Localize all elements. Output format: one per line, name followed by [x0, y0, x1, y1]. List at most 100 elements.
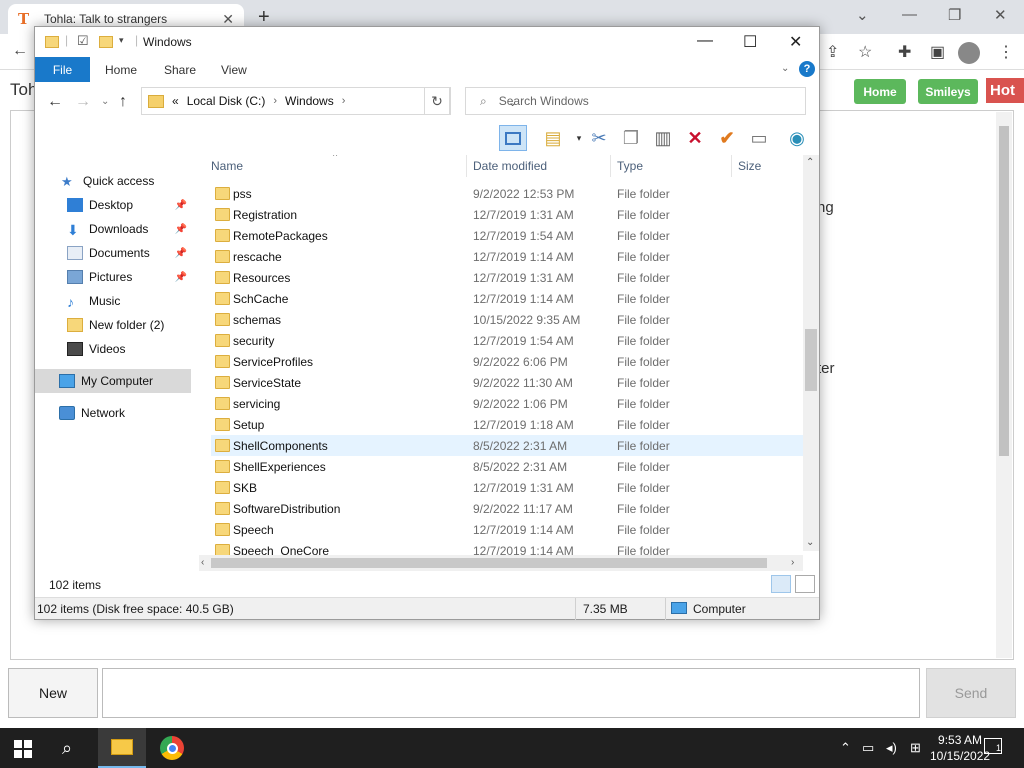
taskbar-file-explorer[interactable]: [98, 728, 146, 768]
tab-home[interactable]: Home: [105, 63, 137, 77]
rename-icon[interactable]: ▭: [745, 125, 773, 151]
horizontal-scroll-thumb[interactable]: [211, 558, 767, 568]
preview-pane-icon[interactable]: [499, 125, 527, 151]
side-panel-icon[interactable]: ▣: [930, 42, 945, 62]
quick-access-dropdown-icon[interactable]: ▾: [119, 35, 124, 46]
back-arrow-icon[interactable]: ←: [12, 42, 28, 60]
page-scroll-thumb[interactable]: [999, 126, 1009, 456]
browser-close-icon[interactable]: ✕: [994, 6, 1007, 24]
folder-options-icon[interactable]: ▤: [539, 125, 567, 151]
help-icon[interactable]: ?: [799, 61, 815, 77]
profile-avatar[interactable]: [958, 42, 980, 64]
tab-share[interactable]: Share: [164, 63, 196, 77]
forward-icon[interactable]: →: [75, 93, 91, 111]
details-view-icon[interactable]: [771, 575, 791, 593]
nav-item-documents[interactable]: Documents 📌: [35, 241, 191, 265]
copy-icon[interactable]: ❐: [617, 125, 645, 151]
browser-restore-icon[interactable]: ❐: [948, 6, 961, 24]
home-nav-button[interactable]: Home: [854, 79, 906, 104]
file-row[interactable]: Setup 12/7/2019 1:18 AM File folder: [211, 414, 803, 435]
refresh-icon[interactable]: ↻: [424, 87, 450, 115]
breadcrumb-drive[interactable]: Local Disk (C:): [187, 94, 266, 108]
maximize-icon[interactable]: ☐: [743, 32, 757, 52]
more-menu-icon[interactable]: ⋮: [998, 42, 1014, 62]
vertical-scrollbar[interactable]: ⌃ ⌄: [803, 155, 819, 551]
scroll-left-icon[interactable]: ‹: [201, 557, 204, 568]
taskbar-clock[interactable]: 9:53 AM 10/15/2022: [930, 732, 990, 764]
nav-item-quick-access[interactable]: ★ Quick access: [35, 169, 191, 193]
file-row[interactable]: Speech 12/7/2019 1:14 AM File folder: [211, 519, 803, 540]
address-bar[interactable]: « Local Disk (C:) › Windows › ⌄: [141, 87, 517, 115]
vertical-scroll-thumb[interactable]: [805, 329, 817, 391]
windows-start-icon[interactable]: [14, 740, 32, 758]
file-row[interactable]: RemotePackages 12/7/2019 1:54 AM File fold…: [211, 225, 803, 246]
scroll-down-icon[interactable]: ⌄: [806, 537, 814, 548]
search-input[interactable]: Search Windows: [499, 94, 589, 108]
properties-check-icon[interactable]: ☑: [77, 33, 89, 49]
breadcrumb-separator-icon[interactable]: ›: [342, 95, 346, 107]
tab-search-icon[interactable]: ⌄: [856, 6, 869, 24]
file-row[interactable]: Registration 12/7/2019 1:31 AM File folder: [211, 204, 803, 225]
ime-icon[interactable]: ⊞: [910, 740, 921, 756]
tab-file[interactable]: File: [35, 57, 90, 82]
chat-message-input[interactable]: [102, 668, 920, 718]
page-scrollbar[interactable]: [996, 112, 1012, 658]
search-box[interactable]: ⌕ Search Windows: [465, 87, 806, 115]
volume-icon[interactable]: ◂): [886, 740, 897, 756]
nav-item-desktop[interactable]: Desktop 📌: [35, 193, 191, 217]
minimize-icon[interactable]: —: [697, 32, 713, 50]
nav-item-music[interactable]: ♪ Music: [35, 289, 191, 313]
large-icons-view-icon[interactable]: [795, 575, 815, 593]
scroll-up-icon[interactable]: ⌃: [806, 157, 814, 168]
nav-item-videos[interactable]: Videos: [35, 337, 191, 361]
file-row[interactable]: SKB 12/7/2019 1:31 AM File folder: [211, 477, 803, 498]
tray-chevron-icon[interactable]: ⌃: [840, 740, 851, 756]
file-row[interactable]: security 12/7/2019 1:54 AM File folder: [211, 330, 803, 351]
breadcrumb-separator-icon[interactable]: ›: [273, 95, 277, 107]
nav-item-pictures[interactable]: Pictures 📌: [35, 265, 191, 289]
recent-locations-icon[interactable]: ⌄: [101, 96, 109, 107]
taskbar-chrome[interactable]: [148, 728, 196, 768]
file-row[interactable]: ServiceState 9/2/2022 11:30 AM File folder: [211, 372, 803, 393]
nav-item-downloads[interactable]: ⬇ Downloads 📌: [35, 217, 191, 241]
nav-item-my-computer[interactable]: My Computer: [35, 369, 191, 393]
breadcrumb-prefix[interactable]: «: [172, 94, 179, 108]
back-icon[interactable]: ←: [47, 93, 63, 111]
taskbar-search-icon[interactable]: ⌕: [62, 738, 72, 759]
file-row[interactable]: schemas 10/15/2022 9:35 AM File folder: [211, 309, 803, 330]
file-row[interactable]: Resources 12/7/2019 1:31 AM File folder: [211, 267, 803, 288]
file-row[interactable]: pss 9/2/2022 12:53 PM File folder: [211, 183, 803, 204]
globe-icon[interactable]: ◉: [783, 125, 811, 151]
breadcrumb-folder[interactable]: Windows: [285, 94, 334, 108]
nav-item-network[interactable]: Network: [35, 401, 191, 425]
extensions-icon[interactable]: ✚: [898, 42, 911, 62]
notification-icon[interactable]: 1: [984, 738, 1002, 754]
file-row[interactable]: ServiceProfiles 9/2/2022 6:06 PM File fold…: [211, 351, 803, 372]
file-row[interactable]: rescache 12/7/2019 1:14 AM File folder: [211, 246, 803, 267]
network-tray-icon[interactable]: ▭: [862, 740, 874, 756]
file-row[interactable]: SchCache 12/7/2019 1:14 AM File folder: [211, 288, 803, 309]
up-icon[interactable]: ↑: [119, 93, 127, 111]
send-button[interactable]: Send: [926, 668, 1016, 718]
nav-item-new-folder-2[interactable]: New folder (2): [35, 313, 191, 337]
hot-nav-button[interactable]: Hot: [986, 78, 1024, 103]
column-divider[interactable]: [466, 155, 467, 177]
smileys-nav-button[interactable]: Smileys: [918, 79, 978, 104]
file-row[interactable]: servicing 9/2/2022 1:06 PM File folder: [211, 393, 803, 414]
column-header-type[interactable]: Type: [617, 159, 643, 173]
column-header-date[interactable]: Date modified: [473, 159, 547, 173]
horizontal-scrollbar[interactable]: ‹ ›: [199, 555, 803, 571]
column-divider[interactable]: [610, 155, 611, 177]
column-header-size[interactable]: Size: [738, 159, 761, 173]
file-row[interactable]: ShellComponents 8/5/2022 2:31 AM File fold…: [211, 435, 803, 456]
properties-check-icon[interactable]: ✔: [713, 125, 741, 151]
close-icon[interactable]: ✕: [789, 32, 802, 52]
cut-icon[interactable]: ✂: [585, 125, 613, 151]
column-divider[interactable]: [731, 155, 732, 177]
share-icon[interactable]: ⇪: [826, 42, 839, 62]
bookmark-star-icon[interactable]: ☆: [858, 42, 872, 62]
scroll-right-icon[interactable]: ›: [791, 557, 794, 568]
column-header-name[interactable]: Name: [211, 159, 243, 173]
delete-icon[interactable]: ✕: [681, 125, 709, 151]
new-chat-button[interactable]: New: [8, 668, 98, 718]
